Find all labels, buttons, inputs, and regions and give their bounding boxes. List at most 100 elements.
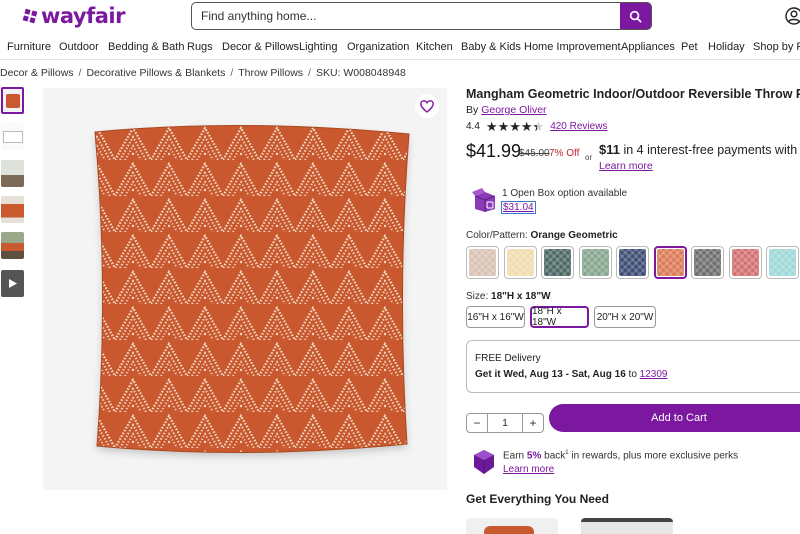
pillow-image: [94, 124, 410, 454]
header: wayfair: [0, 0, 800, 36]
nav-shop-by-room[interactable]: Shop by Ro: [753, 41, 800, 53]
by-label: By: [466, 104, 479, 116]
thumbnail-3[interactable]: [1, 160, 24, 187]
recommendation-card[interactable]: [581, 518, 673, 534]
nav-kitchen[interactable]: Kitchen: [416, 41, 453, 53]
rewards-prefix: Earn: [503, 450, 527, 462]
nav-appliances[interactable]: Appliances: [621, 41, 675, 53]
color-swatch[interactable]: [691, 246, 724, 279]
rewards-back: back: [541, 450, 566, 462]
rating-row: 4.4 ★ ★ ★ ★ ★★ 420 Reviews: [466, 120, 607, 133]
search-bar: [191, 2, 652, 30]
nav-bedding-bath[interactable]: Bedding & Bath: [108, 41, 184, 53]
thumbnail-5[interactable]: [1, 232, 24, 259]
installment-amount: $11: [599, 142, 620, 157]
size-option-18[interactable]: 18"H x 18"W: [530, 306, 589, 328]
rating-value: 4.4: [466, 121, 480, 132]
search-input[interactable]: [192, 3, 620, 29]
price: $41.99: [466, 141, 522, 161]
quantity-decrease-button[interactable]: −: [466, 413, 488, 433]
brand-link[interactable]: George Oliver: [481, 104, 546, 116]
search-button[interactable]: [620, 3, 651, 29]
logo-text: wayfair: [41, 4, 125, 28]
nav-baby-kids[interactable]: Baby & Kids: [461, 41, 521, 53]
color-label-text: Color/Pattern:: [466, 230, 528, 241]
color-value: Orange Geometric: [530, 230, 618, 241]
installment-text: in 4 interest-free payments with Kl: [619, 143, 800, 157]
zip-code-link[interactable]: 12309: [640, 369, 668, 380]
delivery-date: Get it Wed, Aug 13 - Sat, Aug 16 to 1230…: [475, 369, 667, 380]
thumbnail-2[interactable]: [1, 123, 24, 150]
thumbnail-video[interactable]: [1, 270, 24, 297]
size-label-text: Size:: [466, 291, 489, 302]
rewards-text: Earn 5% back1 in rewards, plus more excl…: [503, 450, 738, 461]
discount-percent: 7% Off: [549, 148, 580, 159]
delivery-to: to: [628, 369, 637, 380]
nav-lighting[interactable]: Lighting: [299, 41, 338, 53]
nav-holiday[interactable]: Holiday: [708, 41, 745, 53]
swatch-color: [506, 249, 534, 276]
reviews-link[interactable]: 420 Reviews: [550, 121, 607, 132]
color-swatch[interactable]: [728, 246, 762, 279]
color-label: Color/Pattern: Orange Geometric: [466, 230, 618, 241]
color-swatch[interactable]: [503, 246, 537, 279]
nav-outdoor[interactable]: Outdoor: [59, 41, 99, 53]
recommendation-card[interactable]: [466, 518, 558, 534]
open-box-text[interactable]: 1 Open Box option available: [502, 188, 627, 199]
breadcrumb-separator: /: [230, 67, 234, 79]
nav-organization[interactable]: Organization: [347, 41, 409, 53]
thumbnail-1[interactable]: [1, 87, 24, 114]
open-box-icon: [472, 188, 496, 212]
color-swatch[interactable]: [466, 246, 499, 279]
wayfair-pinwheel-icon: [22, 8, 38, 24]
size-label: Size: 18"H x 18"W: [466, 291, 551, 302]
color-swatch[interactable]: [766, 246, 799, 279]
rewards-percent: 5%: [526, 450, 542, 462]
color-swatch[interactable]: [616, 246, 649, 279]
product-image[interactable]: [43, 88, 447, 490]
thumbnail-4[interactable]: [1, 196, 24, 223]
size-option-20[interactable]: 20"H x 20"W: [594, 306, 656, 328]
account-icon[interactable]: [785, 7, 800, 25]
color-swatch[interactable]: [541, 246, 574, 279]
color-swatch[interactable]: [653, 246, 687, 279]
swatch-color: [731, 249, 759, 276]
original-price: $45.00: [519, 148, 550, 159]
swatch-color: [581, 249, 609, 276]
search-icon: [629, 10, 642, 22]
breadcrumb-decorative-pillows[interactable]: Decorative Pillows & Blankets: [86, 67, 225, 79]
delivery-box: [466, 340, 800, 393]
wayfair-logo[interactable]: wayfair: [22, 3, 125, 29]
quantity-stepper: − 1 +: [466, 413, 544, 433]
rewards-learn-more-link[interactable]: Learn more: [503, 464, 554, 475]
quantity-increase-button[interactable]: +: [522, 413, 544, 433]
open-box-price-link[interactable]: $31.04: [501, 201, 536, 214]
category-nav: Furniture Outdoor Bedding & Bath Rugs De…: [0, 38, 800, 60]
star-partial-icon: ★★: [532, 119, 545, 134]
delivery-date-range: Get it Wed, Aug 13 - Sat, Aug 16: [475, 369, 626, 380]
favorite-button[interactable]: [415, 94, 439, 118]
nav-furniture[interactable]: Furniture: [7, 41, 51, 53]
nav-pet[interactable]: Pet: [681, 41, 698, 53]
color-swatch[interactable]: [578, 246, 612, 279]
size-option-16[interactable]: 16"H x 16"W: [466, 306, 525, 328]
nav-decor-pillows[interactable]: Decor & Pillows: [222, 41, 299, 53]
section-title: Get Everything You Need: [466, 492, 609, 506]
interest-free-payments: $11 in 4 interest-free payments with Kl: [599, 142, 800, 157]
breadcrumb-separator: /: [78, 67, 82, 79]
size-value: 18"H x 18"W: [491, 291, 551, 302]
add-to-cart-button[interactable]: Add to Cart: [549, 404, 800, 432]
brand-line: By George Oliver: [466, 104, 547, 116]
star-full-icon: ★: [509, 119, 521, 134]
klarna-learn-more-link[interactable]: Learn more: [599, 160, 653, 172]
swatch-color: [694, 249, 721, 276]
quantity-value[interactable]: 1: [488, 413, 522, 433]
breadcrumb-throw-pillows[interactable]: Throw Pillows: [238, 67, 303, 79]
breadcrumb: Decor & Pillows / Decorative Pillows & Bla…: [0, 67, 406, 79]
nav-home-improvement[interactable]: Home Improvement: [524, 41, 621, 53]
breadcrumb-separator: /: [308, 67, 311, 79]
breadcrumb-decor-pillows[interactable]: Decor & Pillows: [0, 67, 74, 79]
nav-rugs[interactable]: Rugs: [187, 41, 213, 53]
swatch-color: [769, 249, 796, 276]
swatch-color: [544, 249, 571, 276]
